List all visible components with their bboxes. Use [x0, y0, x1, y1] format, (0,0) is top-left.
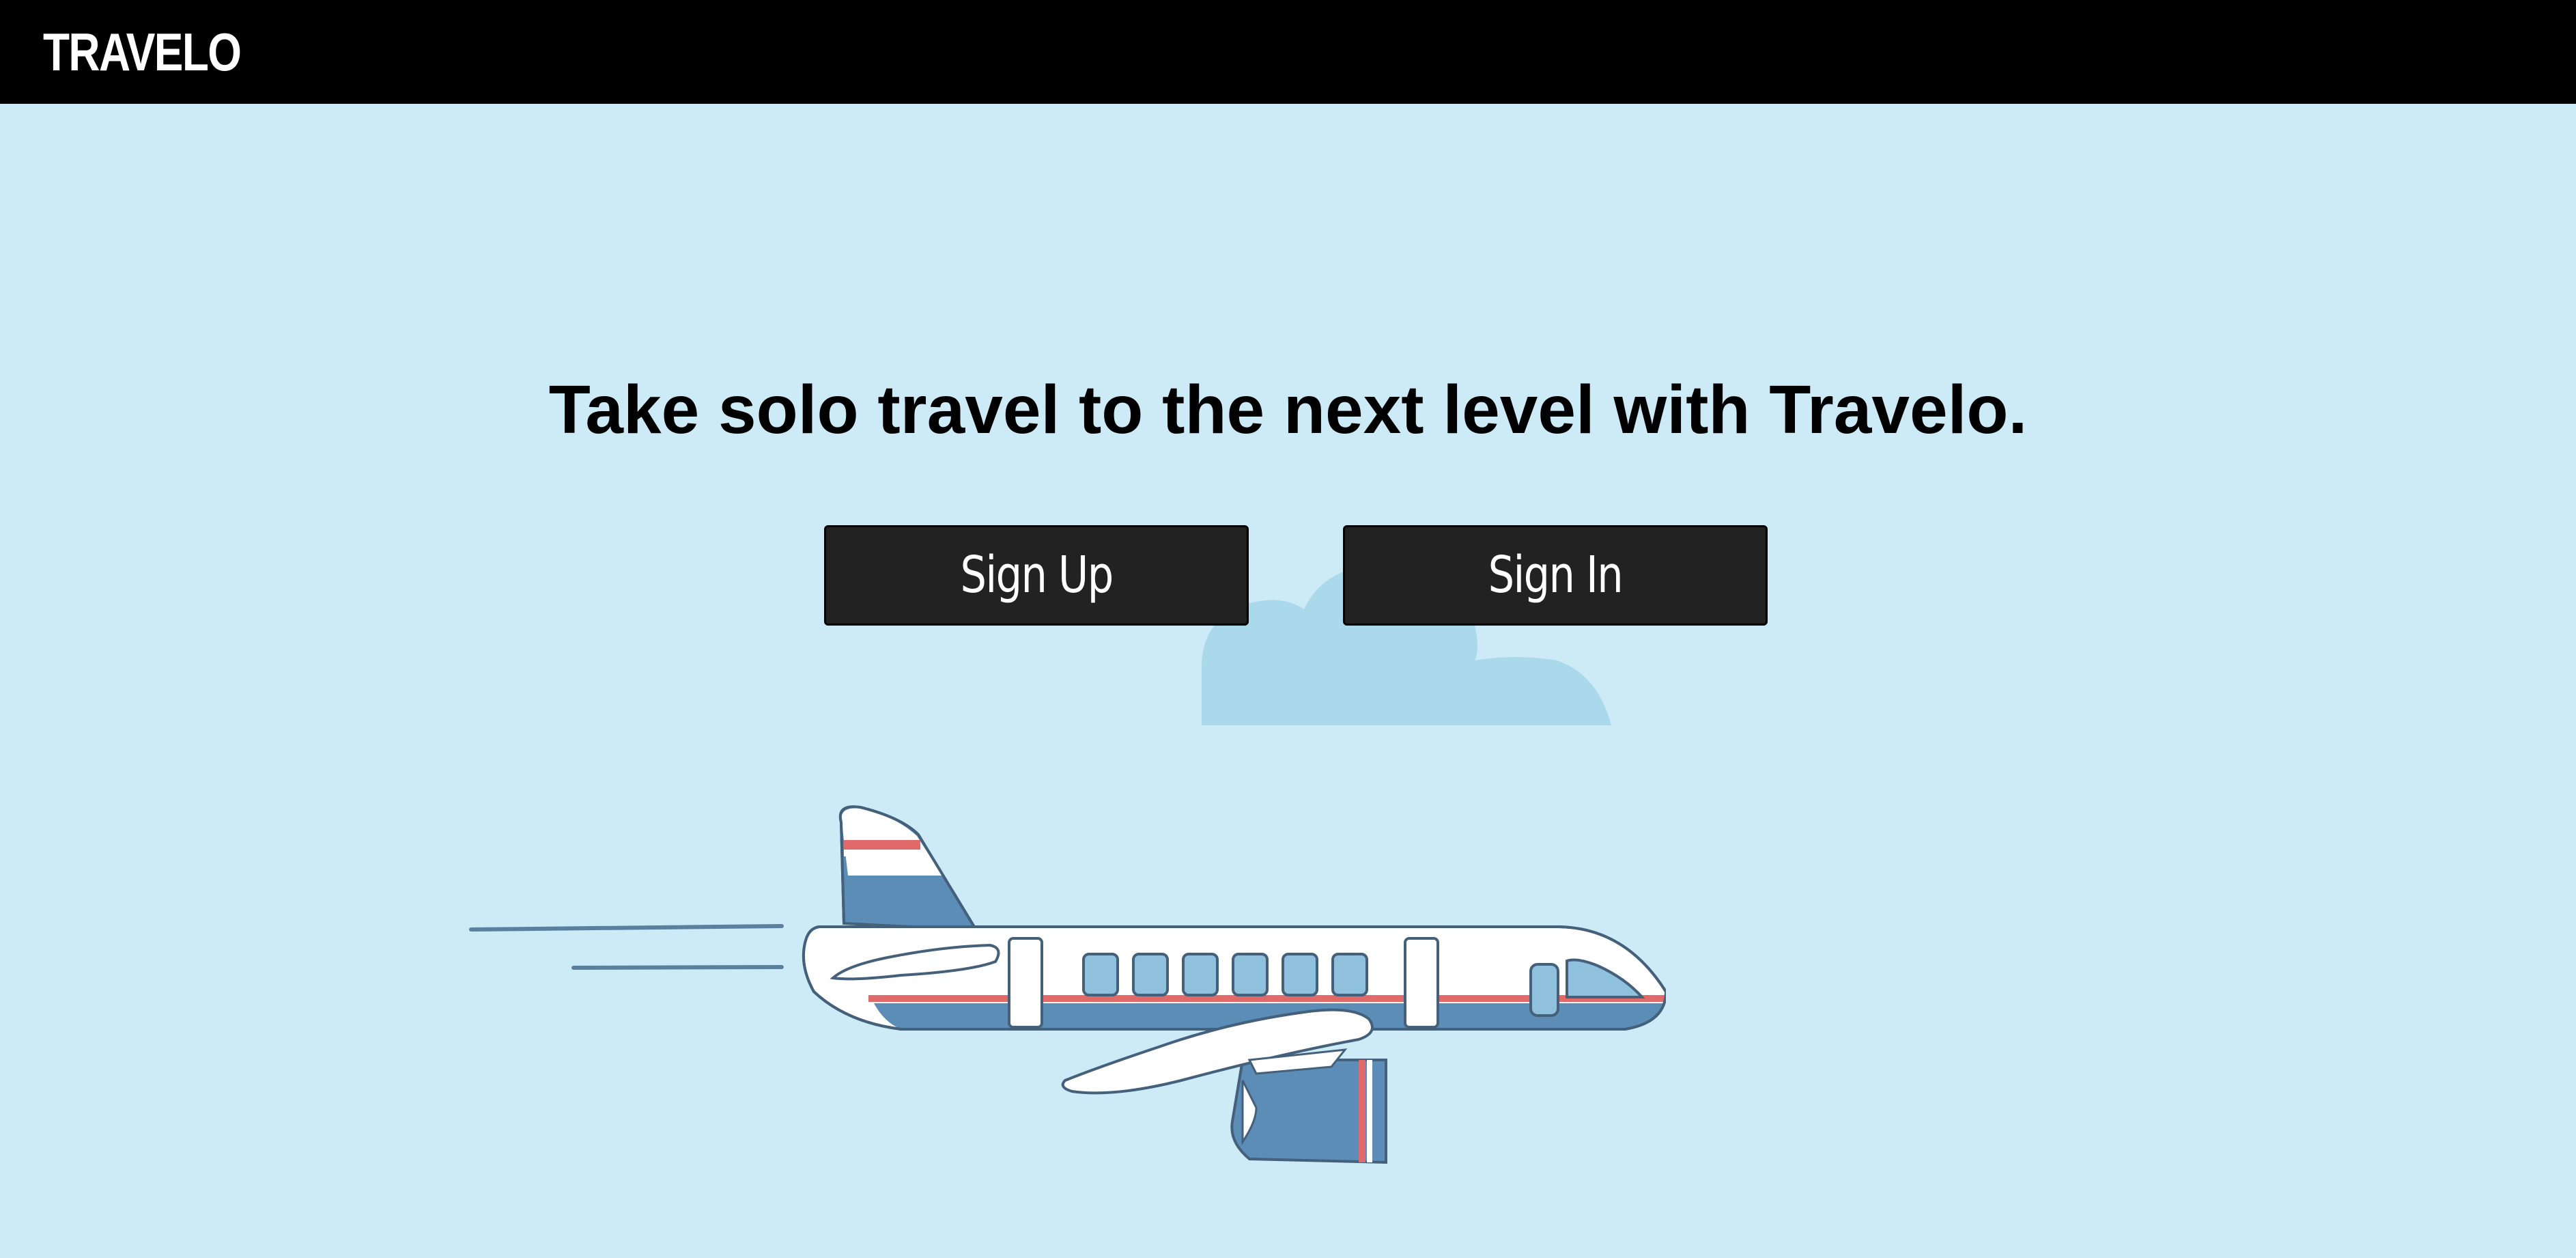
- sign-in-button[interactable]: Sign In: [1343, 525, 1768, 626]
- hero-section: Take solo travel to the next level with …: [0, 104, 2576, 1258]
- sign-in-label: Sign In: [1488, 546, 1624, 604]
- brand-logo[interactable]: TRAVELO: [43, 15, 242, 89]
- hero-headline: Take solo travel to the next level with …: [548, 372, 2028, 448]
- airplane-icon: [469, 805, 1666, 1164]
- top-navbar: TRAVELO: [0, 0, 2576, 104]
- sign-up-button[interactable]: Sign Up: [824, 525, 1249, 626]
- sign-up-label: Sign Up: [960, 546, 1114, 604]
